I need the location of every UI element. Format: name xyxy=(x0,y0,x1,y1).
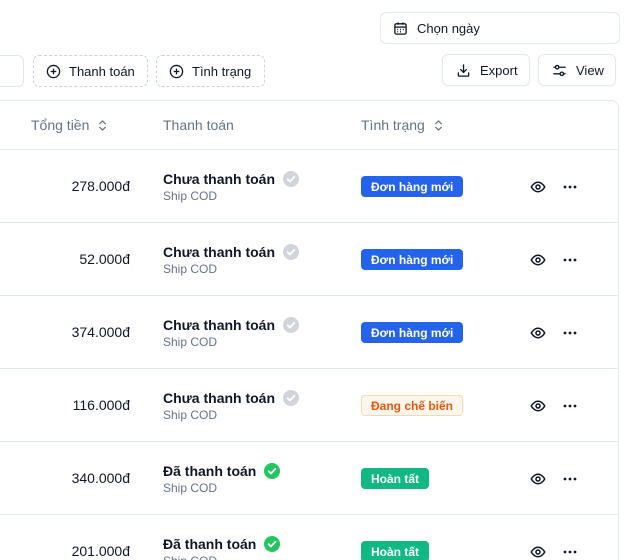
check-circle-icon xyxy=(283,244,300,260)
eye-icon[interactable] xyxy=(530,398,546,414)
sort-icon xyxy=(99,119,107,131)
order-total: 116.000đ xyxy=(72,397,130,413)
filter-payment-button[interactable]: Thanh toán xyxy=(33,55,148,87)
payment-method: Ship COD xyxy=(163,335,218,349)
order-total: 52.000đ xyxy=(79,251,130,267)
payment-status: Đã thanh toán xyxy=(163,536,281,552)
filter-payment-label: Thanh toán xyxy=(69,63,135,79)
payment-status-label: Chưa thanh toán xyxy=(163,244,276,260)
eye-icon[interactable] xyxy=(530,544,546,560)
check-circle-icon xyxy=(283,317,300,333)
payment-status: Chưa thanh toán xyxy=(163,317,300,333)
column-header-total-label: Tổng tiền xyxy=(31,117,90,133)
more-horizontal-icon[interactable] xyxy=(562,398,578,414)
table-row[interactable]: 52.000đ Chưa thanh toán Ship COD Đơn hàn… xyxy=(0,223,618,296)
export-label: Export xyxy=(480,62,518,78)
payment-status-label: Chưa thanh toán xyxy=(163,390,276,406)
payment-status-label: Chưa thanh toán xyxy=(163,171,276,187)
payment-status-label: Đã thanh toán xyxy=(163,536,257,552)
check-circle-icon xyxy=(283,390,300,406)
status-badge: Đơn hàng mới xyxy=(361,322,464,343)
status-badge: Đơn hàng mới xyxy=(361,176,464,197)
check-circle-icon xyxy=(283,171,300,187)
more-horizontal-icon[interactable] xyxy=(562,471,578,487)
eye-icon[interactable] xyxy=(530,471,546,487)
order-total: 340.000đ xyxy=(71,470,130,486)
payment-method: Ship COD xyxy=(163,554,217,560)
export-button[interactable]: Export xyxy=(442,54,530,86)
filter-status-button[interactable]: Tình trạng xyxy=(156,55,265,87)
payment-status-label: Đã thanh toán xyxy=(163,463,257,479)
column-header-status[interactable]: Tình trạng xyxy=(361,117,444,133)
view-label: View xyxy=(576,62,604,78)
sliders-icon xyxy=(553,64,566,76)
sort-icon xyxy=(434,119,442,131)
more-horizontal-icon[interactable] xyxy=(562,325,578,341)
column-header-payment: Thanh toán xyxy=(163,117,234,133)
date-picker-button[interactable]: Chọn ngày xyxy=(380,12,620,44)
table-row[interactable]: 340.000đ Đã thanh toán Ship COD Hoàn tất xyxy=(0,442,618,515)
status-badge: Hoàn tất xyxy=(361,468,429,489)
calendar-icon xyxy=(394,21,407,35)
status-badge: Đang chế biến xyxy=(361,395,464,416)
plus-circle-icon xyxy=(169,64,184,78)
payment-method: Ship COD xyxy=(163,262,218,276)
column-header-payment-label: Thanh toán xyxy=(163,117,234,133)
check-circle-icon xyxy=(264,536,281,552)
eye-icon[interactable] xyxy=(530,325,546,341)
order-total: 278.000đ xyxy=(71,178,130,194)
payment-status: Chưa thanh toán xyxy=(163,244,300,260)
payment-method: Ship COD xyxy=(163,408,218,422)
column-header-status-label: Tình trạng xyxy=(361,117,425,133)
payment-status: Chưa thanh toán xyxy=(163,390,300,406)
plus-circle-icon xyxy=(46,64,61,78)
more-horizontal-icon[interactable] xyxy=(562,179,578,195)
more-horizontal-icon[interactable] xyxy=(562,252,578,268)
more-horizontal-icon[interactable] xyxy=(562,544,578,560)
download-icon xyxy=(457,63,470,77)
eye-icon[interactable] xyxy=(530,179,546,195)
table-row[interactable]: 116.000đ Chưa thanh toán Ship COD Đang c… xyxy=(0,369,618,442)
status-badge: Đơn hàng mới xyxy=(361,249,464,270)
view-options-button[interactable]: View xyxy=(538,54,616,86)
check-circle-icon xyxy=(264,463,281,479)
table-header: Tổng tiền Thanh toán Tình trạng xyxy=(0,101,618,150)
eye-icon[interactable] xyxy=(530,252,546,268)
payment-method: Ship COD xyxy=(163,481,218,495)
order-total: 201.000đ xyxy=(71,543,130,559)
payment-method: Ship COD xyxy=(163,189,218,203)
order-total: 374.000đ xyxy=(71,324,130,340)
status-badge: Hoàn tất xyxy=(361,541,429,560)
column-header-total[interactable]: Tổng tiền xyxy=(31,117,108,133)
filter-status-label: Tình trạng xyxy=(192,63,252,79)
search-input[interactable] xyxy=(0,55,24,87)
orders-table: Tổng tiền Thanh toán Tình trạng 278.000đ… xyxy=(0,100,619,560)
payment-status: Đã thanh toán xyxy=(163,463,281,479)
date-picker-label: Chọn ngày xyxy=(417,20,480,36)
payment-status-label: Chưa thanh toán xyxy=(163,317,276,333)
table-row[interactable]: 374.000đ Chưa thanh toán Ship COD Đơn hà… xyxy=(0,296,618,369)
table-row[interactable]: 278.000đ Chưa thanh toán Ship COD Đơn hà… xyxy=(0,150,618,223)
payment-status: Chưa thanh toán xyxy=(163,171,300,187)
table-row[interactable]: 201.000đ Đã thanh toán Ship COD Hoàn tất xyxy=(0,515,618,560)
